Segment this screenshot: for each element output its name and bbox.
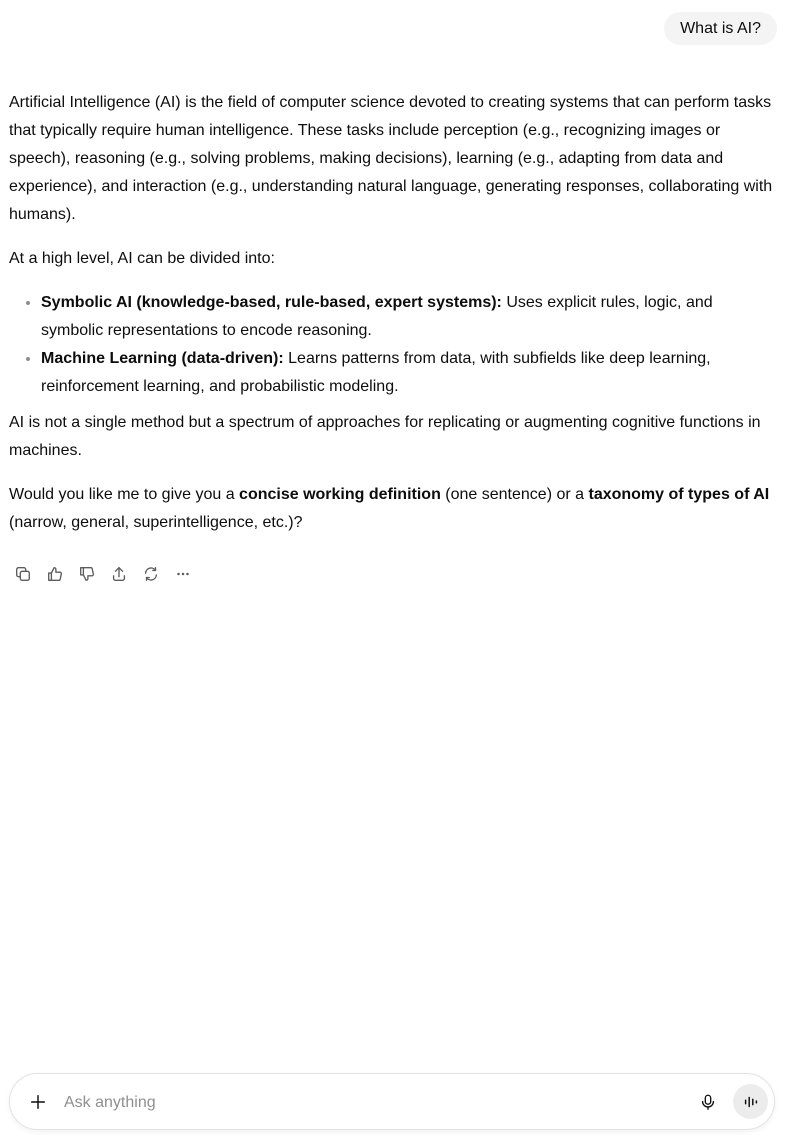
regenerate-button[interactable] bbox=[135, 562, 167, 586]
answer-paragraph-2: At a high level, AI can be divided into: bbox=[9, 250, 275, 267]
chat-page: What is AI? Artificial Intelligence (AI)… bbox=[0, 0, 786, 1139]
thumbs-down-button[interactable] bbox=[71, 562, 103, 586]
message-input[interactable] bbox=[62, 1088, 666, 1118]
para4-bold: taxonomy of types of AI bbox=[588, 486, 770, 503]
para4-text: (one sentence) or a bbox=[440, 486, 589, 503]
para4-text: Would you like me to give you a bbox=[9, 486, 240, 503]
more-button[interactable] bbox=[167, 562, 199, 586]
user-message-bubble: What is AI? bbox=[664, 12, 777, 45]
thumbs-up-icon bbox=[48, 567, 62, 581]
more-icon bbox=[177, 572, 189, 576]
regenerate-icon bbox=[144, 567, 158, 581]
bullet-item: Symbolic AI (knowledge-based, rule-based… bbox=[41, 289, 779, 345]
voice-mode-button[interactable] bbox=[733, 1084, 768, 1119]
answer-paragraph-4: Would you like me to give you a concise … bbox=[9, 481, 779, 537]
thumbs-down-icon bbox=[80, 567, 94, 581]
answer-bullet-list: Symbolic AI (knowledge-based, rule-based… bbox=[9, 289, 779, 401]
composer bbox=[9, 1073, 775, 1130]
assistant-answer: Artificial Intelligence (AI) is the fiel… bbox=[9, 89, 779, 553]
para4-bold: concise working definition bbox=[239, 486, 441, 503]
user-message-text: What is AI? bbox=[680, 20, 761, 37]
microphone-icon bbox=[701, 1094, 715, 1110]
para4-text: (narrow, general, superintelligence, etc… bbox=[9, 514, 303, 531]
bullet-bold: Symbolic AI (knowledge-based, rule-based… bbox=[41, 294, 502, 311]
answer-paragraph-1: Artificial Intelligence (AI) is the fiel… bbox=[9, 94, 773, 223]
plus-icon bbox=[30, 1094, 46, 1110]
copy-button[interactable] bbox=[7, 562, 39, 586]
bullet-bold: Machine Learning (data-driven): bbox=[41, 350, 284, 367]
bullet-item: Machine Learning (data-driven): Learns p… bbox=[41, 345, 779, 401]
copy-icon bbox=[16, 567, 30, 581]
share-button[interactable] bbox=[103, 562, 135, 586]
thumbs-up-button[interactable] bbox=[39, 562, 71, 586]
voice-waveform-icon bbox=[744, 1096, 757, 1107]
share-icon bbox=[112, 567, 126, 581]
dictate-button[interactable] bbox=[696, 1090, 720, 1114]
answer-paragraph-3: AI is not a single method but a spectrum… bbox=[9, 414, 761, 459]
message-actions bbox=[7, 562, 199, 586]
add-attachment-button[interactable] bbox=[26, 1090, 50, 1114]
